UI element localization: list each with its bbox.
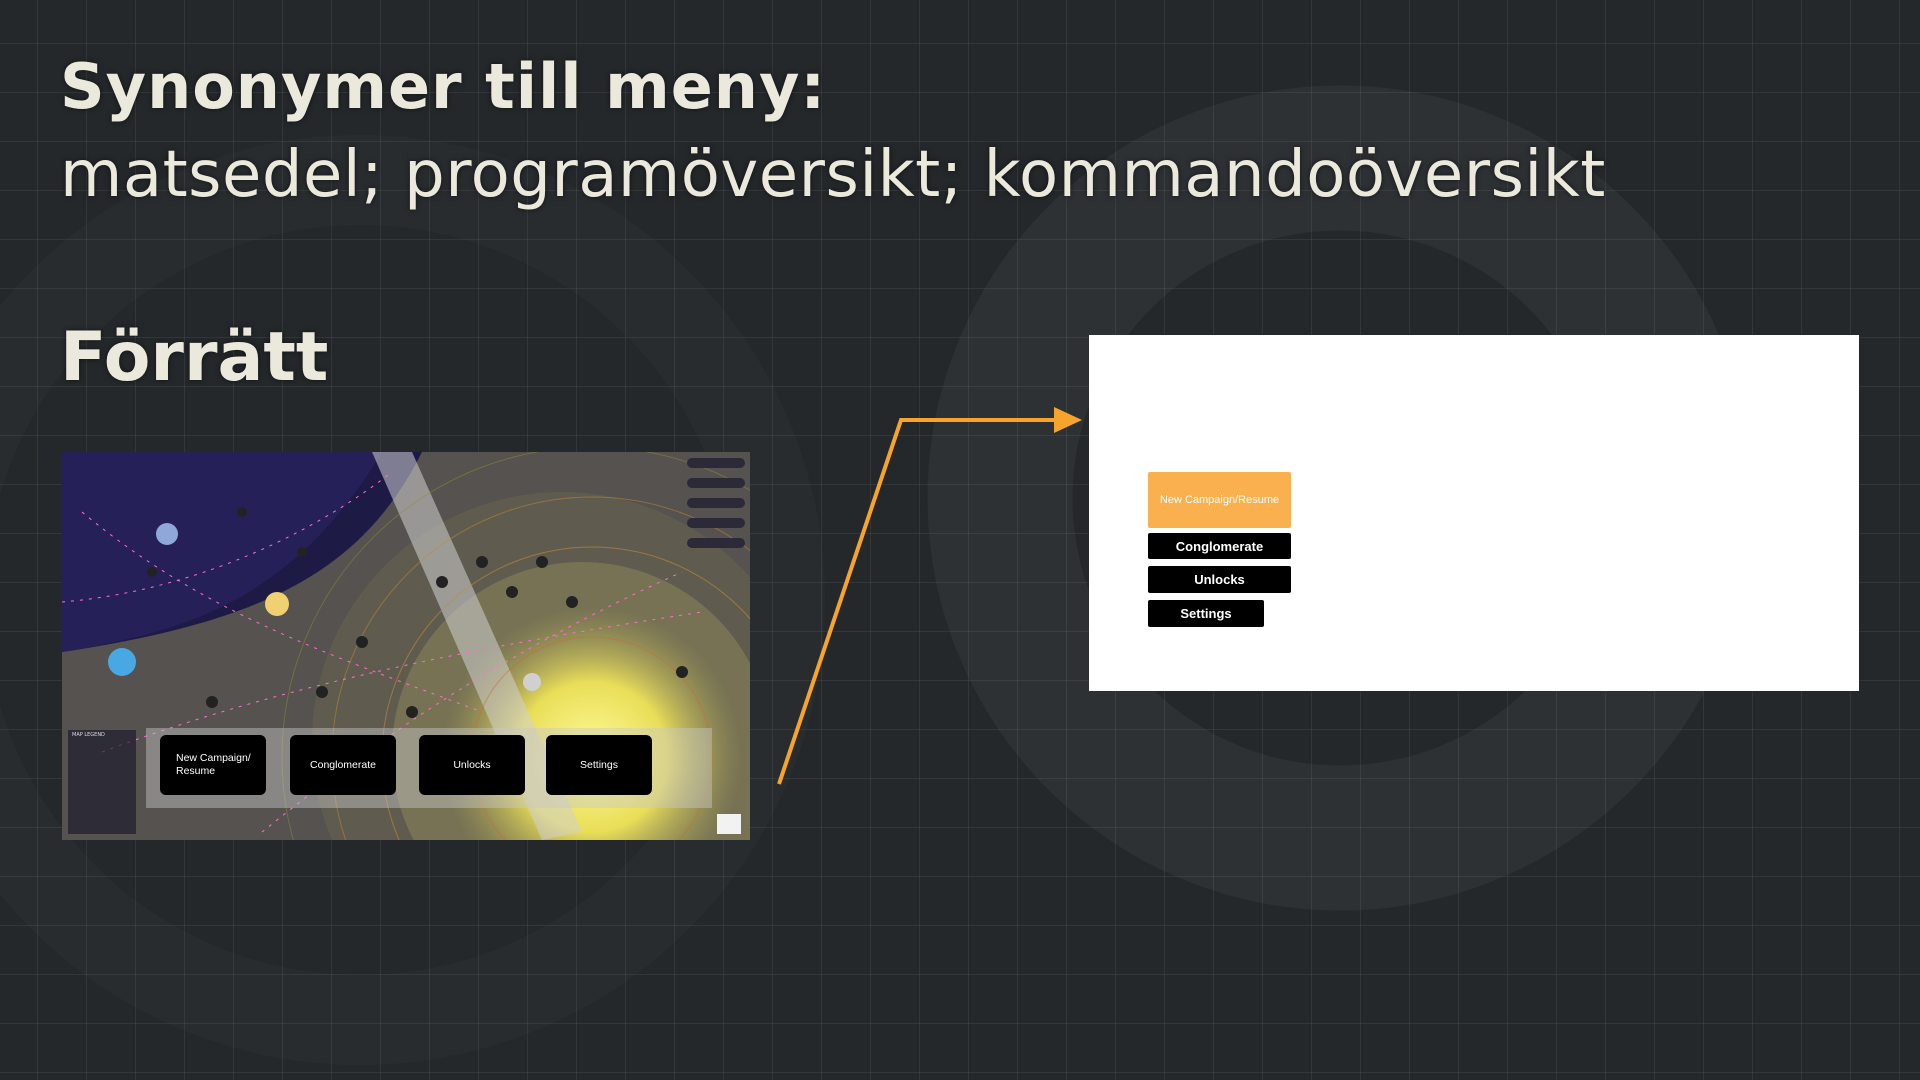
section-title: Förrätt (60, 318, 329, 397)
conglomerate-button[interactable]: Conglomerate (290, 735, 396, 795)
wireframe-settings-button[interactable]: Settings (1148, 600, 1264, 627)
map-legend: MAP LEGEND (68, 730, 136, 834)
settings-button[interactable]: Settings (546, 735, 652, 795)
slide-heading: Synonymer till meny: (60, 50, 827, 123)
map-legend-heading: MAP LEGEND (72, 732, 105, 738)
menu-wireframe: New Campaign/Resume Conglomerate Unlocks… (1089, 335, 1859, 691)
wireframe-unlocks-button[interactable]: Unlocks (1148, 566, 1291, 593)
unlocks-button[interactable]: Unlocks (419, 735, 525, 795)
wireframe-conglomerate-button[interactable]: Conglomerate (1148, 533, 1291, 559)
wireframe-new-campaign-resume-button[interactable]: New Campaign/Resume (1148, 472, 1291, 528)
synonyms-list: matsedel; programöversikt; kommandoövers… (60, 138, 1606, 212)
new-campaign-resume-button[interactable]: New Campaign/ Resume (160, 735, 266, 795)
game-menu-screenshot: MAP LEGEND New Campaign/ Resume Conglome… (62, 452, 750, 840)
